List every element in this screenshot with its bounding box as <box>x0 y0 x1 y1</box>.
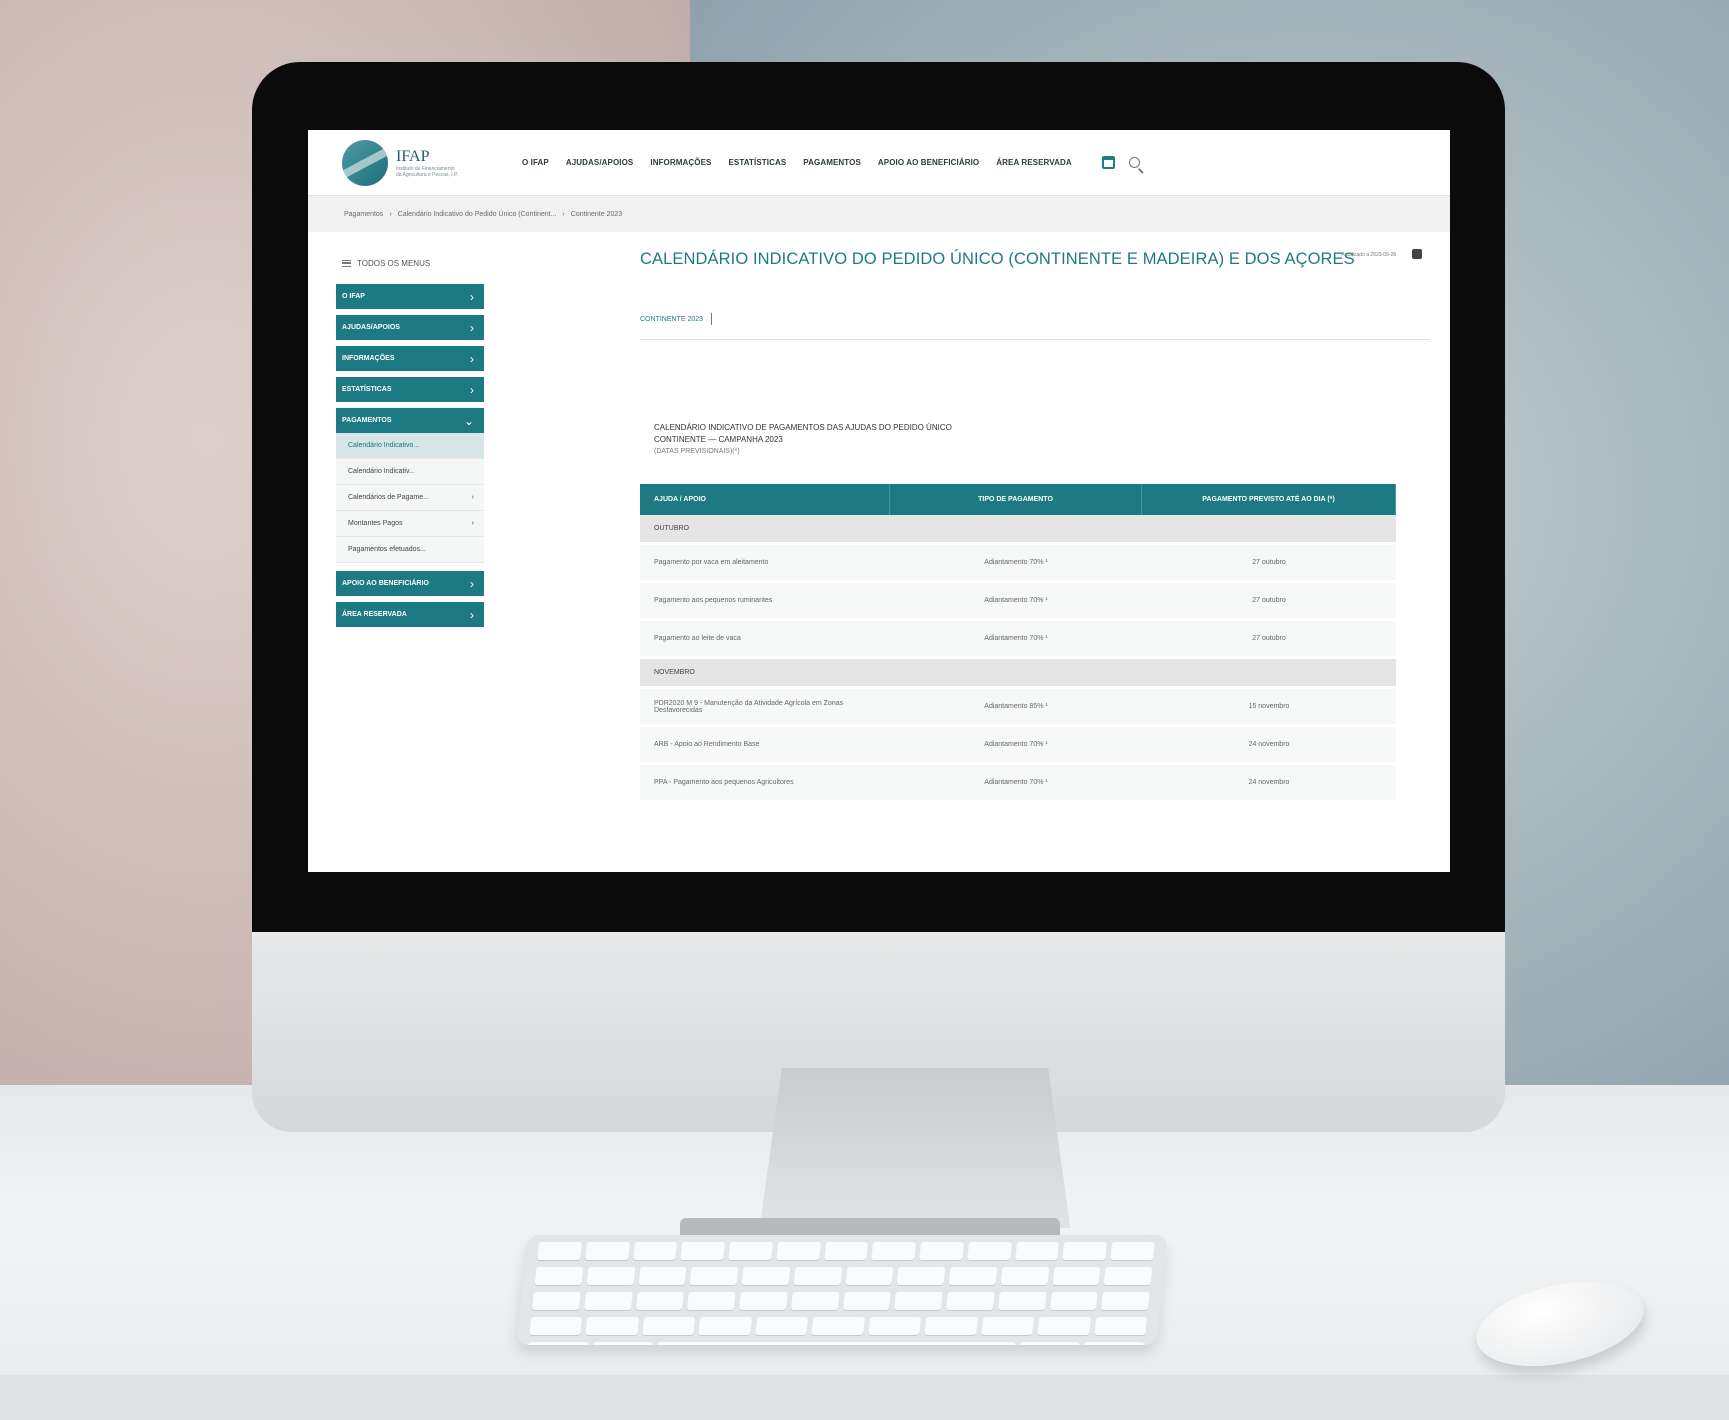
chevron-right-icon: › <box>470 382 474 397</box>
chevron-right-icon: › <box>470 607 474 622</box>
nav-pagamentos[interactable]: PAGAMENTOS <box>803 158 861 167</box>
section-heading: CALENDÁRIO INDICATIVO DE PAGAMENTOS DAS … <box>640 422 1430 480</box>
submenu-item[interactable]: Calendário Indicativ... <box>336 459 484 485</box>
sidebar-submenu-pagamentos: Calendário Indicativo... Calendário Indi… <box>336 433 484 563</box>
sidebar-item-label: AJUDAS/APOIOS <box>342 324 400 331</box>
submenu-item[interactable]: Calendários de Pagame... › <box>336 485 484 511</box>
all-menus-label: TODOS OS MENUS <box>357 258 431 268</box>
updated-date: Atualizado a 2023-09-28 <box>1341 252 1397 258</box>
calendar-icon[interactable] <box>1101 156 1115 169</box>
table-header: PAGAMENTO PREVISTO ATÉ AO DIA (*) <box>1142 484 1396 515</box>
sidebar-item-o-ifap[interactable]: O IFAP › <box>336 284 484 309</box>
chevron-right-icon: › <box>470 576 474 591</box>
table-row: Pagamento por vaca em aleitamento Adianta… <box>640 545 1396 583</box>
main-nav: O IFAP AJUDAS/APOIOS INFORMAÇÕES ESTATÍS… <box>522 158 1072 167</box>
chevron-down-icon: ⌄ <box>463 413 474 428</box>
nav-apoio-beneficiario[interactable]: APOIO AO BENEFICIÁRIO <box>878 158 979 167</box>
logo-subtitle: Instituto de Financiamento <box>396 165 455 172</box>
breadcrumb-item: Continente 2023 <box>570 210 623 218</box>
table-row: Pagamento ao leite de vaca Adiantamento 7… <box>640 621 1396 659</box>
submenu-item[interactable]: Calendário Indicativo... <box>336 433 484 459</box>
breadcrumb-separator: › <box>562 210 565 218</box>
submenu-item[interactable]: Pagamentos efetuados... <box>336 537 484 563</box>
monitor-stand <box>759 1068 1071 1228</box>
ifap-logo-icon <box>342 139 388 186</box>
payments-table: AJUDA / APOIO TIPO DE PAGAMENTO PAGAMENT… <box>640 484 1396 803</box>
table-header: AJUDA / APOIO <box>640 484 890 515</box>
sidebar-item-label: ÁREA RESERVADA <box>342 611 407 618</box>
sidebar-item-area-reservada[interactable]: ÁREA RESERVADA › <box>336 602 484 627</box>
tab-separator <box>711 313 713 325</box>
chevron-right-icon: › <box>470 289 474 304</box>
nav-ajudas-apoios[interactable]: AJUDAS/APOIOS <box>566 158 634 167</box>
all-menus-button[interactable]: TODOS OS MENUS <box>336 250 484 276</box>
sidebar: TODOS OS MENUS O IFAP › AJUDAS/APOIOS › IN… <box>336 250 484 633</box>
month-row: NOVEMBRO <box>640 659 1396 689</box>
breadcrumb-separator: › <box>389 210 392 218</box>
sidebar-item-apoio-beneficiario[interactable]: APOIO AO BENEFICIÁRIO › <box>336 571 484 596</box>
site-header: IFAP Instituto de Financiamento da Agric… <box>308 130 1450 196</box>
ifap-logo[interactable]: IFAP Instituto de Financiamento da Agric… <box>342 139 522 186</box>
table-row: Pagamento aos pequenos ruminantes Adianta… <box>640 583 1396 621</box>
section-title-line: CONTINENTE — CAMPANHA 2023 <box>654 435 783 444</box>
sidebar-item-label: PAGAMENTOS <box>342 417 392 424</box>
sidebar-item-pagamentos[interactable]: PAGAMENTOS ⌄ <box>336 408 484 433</box>
sidebar-item-estatisticas[interactable]: ESTATÍSTICAS › <box>336 377 484 402</box>
table-row: PPA - Pagamento aos pequenos Agricultore… <box>640 765 1396 803</box>
nav-informacoes[interactable]: INFORMAÇÕES <box>650 158 711 167</box>
print-icon[interactable] <box>1412 249 1422 259</box>
breadcrumb-item[interactable]: Calendário Indicativo do Pedido Único (C… <box>398 211 557 218</box>
main-content: CALENDÁRIO INDICATIVO DO PEDIDO ÚNICO (C… <box>640 249 1430 803</box>
sidebar-item-label: APOIO AO BENEFICIÁRIO <box>342 580 429 587</box>
table-header: TIPO DE PAGAMENTO <box>890 484 1142 515</box>
month-row: OUTUBRO <box>640 515 1396 545</box>
table-row: ARB - Apoio ao Rendimento Base Adiantamen… <box>640 727 1396 765</box>
header-icons <box>1101 156 1140 169</box>
desk-edge <box>0 1375 1729 1420</box>
screen: IFAP Instituto de Financiamento da Agric… <box>308 130 1450 872</box>
sidebar-item-label: O IFAP <box>342 293 365 300</box>
section-title-line: CALENDÁRIO INDICATIVO DE PAGAMENTOS DAS … <box>654 423 952 432</box>
page-title: CALENDÁRIO INDICATIVO DO PEDIDO ÚNICO (C… <box>640 250 1355 268</box>
chevron-right-icon: › <box>471 494 474 501</box>
nav-o-ifap[interactable]: O IFAP <box>522 158 549 167</box>
tab-bar: CONTINENTE 2023 <box>640 313 1430 340</box>
logo-subtitle: da Agricultura e Pescas, I.P. <box>396 171 459 178</box>
breadcrumb: Pagamentos › Calendário Indicativo do Pe… <box>308 196 1450 232</box>
logo-name: IFAP <box>396 147 430 165</box>
nav-area-reservada[interactable]: ÁREA RESERVADA <box>996 158 1072 167</box>
section-note: (DATAS PREVISIONAIS)(*) <box>654 448 740 455</box>
table-row: PDR2020 M 9 - Manutenção da Atividade Ag… <box>640 689 1396 727</box>
menu-icon <box>342 259 351 267</box>
sidebar-item-ajudas-apoios[interactable]: AJUDAS/APOIOS › <box>336 315 484 340</box>
sidebar-item-label: ESTATÍSTICAS <box>342 386 392 393</box>
sidebar-item-informacoes[interactable]: INFORMAÇÕES › <box>336 346 484 371</box>
tab-continente-2023[interactable]: CONTINENTE 2023 <box>640 316 703 323</box>
chevron-right-icon: › <box>470 320 474 335</box>
chevron-right-icon: › <box>470 351 474 366</box>
chevron-right-icon: › <box>471 520 474 527</box>
search-icon[interactable] <box>1128 157 1140 168</box>
nav-estatisticas[interactable]: ESTATÍSTICAS <box>728 158 786 167</box>
submenu-item[interactable]: Montantes Pagos › <box>336 511 484 537</box>
sidebar-item-label: INFORMAÇÕES <box>342 355 395 362</box>
keyboard <box>516 1235 1168 1345</box>
breadcrumb-item[interactable]: Pagamentos <box>344 211 383 218</box>
